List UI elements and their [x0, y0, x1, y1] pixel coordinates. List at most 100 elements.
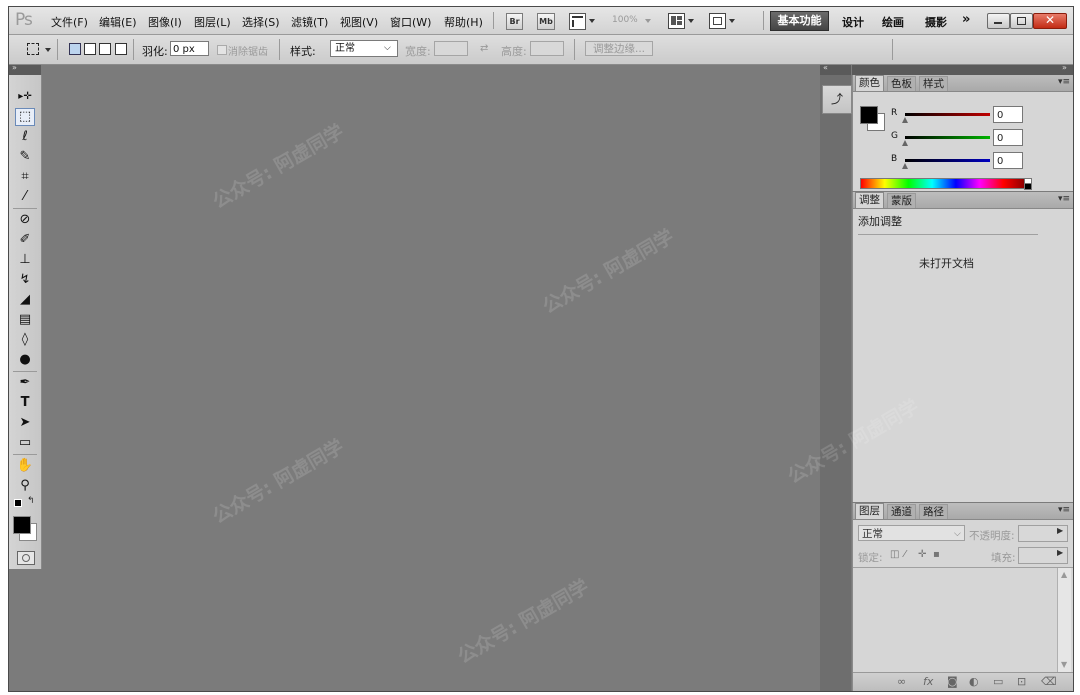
b-slider[interactable]: [905, 159, 990, 162]
default-colors-icon[interactable]: [14, 499, 22, 507]
r-slider-thumb[interactable]: [902, 117, 908, 123]
workspace-more-button[interactable]: »: [962, 12, 970, 27]
chevron-down-icon[interactable]: [45, 48, 51, 52]
subtract-selection-icon[interactable]: [99, 43, 111, 55]
opacity-input[interactable]: ▶: [1018, 525, 1068, 542]
g-slider-thumb[interactable]: [902, 140, 908, 146]
chevron-down-icon[interactable]: [729, 19, 735, 23]
folder-icon[interactable]: ▭: [993, 675, 1003, 688]
tab-adjustments[interactable]: 调整: [855, 192, 884, 208]
tab-styles[interactable]: 样式: [919, 76, 948, 91]
panel-menu-icon[interactable]: ▾≡: [1058, 505, 1070, 515]
bridge-button[interactable]: Br: [506, 13, 523, 30]
r-slider[interactable]: [905, 113, 990, 116]
g-slider[interactable]: [905, 136, 990, 139]
workspace-design[interactable]: 设计: [842, 14, 864, 30]
crop-tool-icon[interactable]: ⌗: [15, 168, 35, 186]
feather-input[interactable]: 0 px: [170, 41, 209, 56]
layers-list[interactable]: [853, 568, 1057, 672]
menu-select[interactable]: 选择(S): [242, 14, 280, 30]
marquee-preset-icon[interactable]: [27, 43, 39, 55]
lock-position-icon[interactable]: ✛: [918, 549, 926, 560]
tab-color[interactable]: 颜色: [855, 75, 884, 91]
hand-tool-icon[interactable]: ✋: [15, 457, 35, 475]
quick-select-tool-icon[interactable]: ✎: [15, 148, 35, 166]
fill-input[interactable]: ▶: [1018, 547, 1068, 564]
path-select-tool-icon[interactable]: ➤: [15, 414, 35, 432]
b-slider-thumb[interactable]: [902, 163, 908, 169]
chevron-down-icon[interactable]: [645, 19, 651, 23]
trash-icon[interactable]: ⌫: [1041, 675, 1057, 688]
tools-panel-header[interactable]: »: [9, 63, 41, 75]
eraser-tool-icon[interactable]: ◢: [15, 291, 35, 309]
panel-menu-icon[interactable]: ▾≡: [1058, 194, 1070, 204]
brush-tool-icon[interactable]: ✐: [15, 231, 35, 249]
tab-layers[interactable]: 图层: [855, 503, 884, 519]
style-select[interactable]: 正常 ⌵: [330, 40, 398, 57]
healing-brush-tool-icon[interactable]: ⊘: [15, 211, 35, 229]
maximize-button[interactable]: [1010, 13, 1033, 29]
rectangle-tool-icon[interactable]: ▭: [15, 434, 35, 452]
swap-icon[interactable]: ⇄: [480, 43, 488, 54]
lock-all-icon[interactable]: ▪: [933, 549, 940, 560]
lasso-tool-icon[interactable]: ℓ: [15, 128, 35, 146]
fx-icon[interactable]: fx: [923, 675, 933, 688]
extras-icon[interactable]: [569, 13, 586, 30]
tab-channels[interactable]: 通道: [887, 504, 916, 519]
minimize-button[interactable]: [987, 13, 1010, 29]
g-value-input[interactable]: 0: [993, 129, 1023, 146]
blend-mode-select[interactable]: 正常 ⌵: [858, 525, 965, 541]
canvas-area[interactable]: [42, 65, 819, 691]
gradient-tool-icon[interactable]: ▤: [15, 311, 35, 329]
chevron-down-icon[interactable]: [688, 19, 694, 23]
panel-menu-icon[interactable]: ▾≡: [1058, 77, 1070, 87]
lock-pixels-icon[interactable]: ⁄: [904, 549, 906, 560]
b-value-input[interactable]: 0: [993, 152, 1023, 169]
workspace-photography[interactable]: 摄影: [925, 14, 947, 30]
new-selection-icon[interactable]: [69, 43, 81, 55]
right-panels-header[interactable]: »: [852, 63, 1073, 75]
menu-window[interactable]: 窗口(W): [390, 14, 431, 30]
menu-filter[interactable]: 滤镜(T): [291, 14, 328, 30]
clone-stamp-tool-icon[interactable]: ⊥: [15, 251, 35, 269]
workspace-painting[interactable]: 绘画: [882, 14, 904, 30]
refine-edge-button[interactable]: 调整边缘...: [585, 41, 653, 56]
zoom-tool-icon[interactable]: ⚲: [15, 477, 35, 495]
mask-icon[interactable]: ◙: [947, 675, 958, 688]
link-icon[interactable]: ∞: [897, 675, 906, 688]
move-tool-icon[interactable]: ▸✛: [15, 88, 35, 106]
pen-tool-icon[interactable]: ✒: [15, 374, 35, 392]
foreground-color-swatch[interactable]: [13, 516, 31, 534]
workspace-essentials[interactable]: 基本功能: [770, 11, 829, 31]
history-brush-tool-icon[interactable]: ↯: [15, 271, 35, 289]
intersect-selection-icon[interactable]: [115, 43, 127, 55]
type-tool-icon[interactable]: T: [15, 394, 35, 412]
adjustment-icon[interactable]: ◐: [969, 675, 979, 688]
menu-view[interactable]: 视图(V): [340, 14, 378, 30]
menu-layer[interactable]: 图层(L): [194, 14, 231, 30]
menu-file[interactable]: 文件(F): [51, 14, 88, 30]
eyedropper-tool-icon[interactable]: ⁄: [15, 188, 35, 206]
new-layer-icon[interactable]: ⊡: [1017, 675, 1026, 688]
color-spectrum-ramp[interactable]: [860, 178, 1028, 189]
fg-color-swatch[interactable]: [860, 106, 878, 124]
swap-colors-icon[interactable]: ↰: [27, 496, 35, 506]
lock-transparent-icon[interactable]: ◫: [890, 549, 899, 560]
black-swatch[interactable]: [1024, 183, 1032, 190]
screen-mode-icon[interactable]: [709, 13, 726, 29]
layers-scrollbar[interactable]: ▲ ▼: [1057, 568, 1071, 672]
antialias-checkbox[interactable]: [217, 45, 227, 55]
scroll-up-icon[interactable]: ▲: [1061, 570, 1067, 579]
tab-masks[interactable]: 蒙版: [887, 193, 916, 208]
tab-swatches[interactable]: 色板: [887, 76, 916, 91]
quick-mask-icon[interactable]: [17, 551, 35, 565]
menu-help[interactable]: 帮助(H): [444, 14, 483, 30]
height-input[interactable]: [530, 41, 564, 56]
history-panel-icon[interactable]: ⤴: [822, 85, 852, 114]
chevron-down-icon[interactable]: [589, 19, 595, 23]
dodge-tool-icon[interactable]: ●: [15, 351, 35, 369]
dock-header[interactable]: «: [820, 63, 851, 75]
close-button[interactable]: ✕: [1033, 13, 1067, 29]
blur-tool-icon[interactable]: ◊: [15, 331, 35, 349]
scroll-down-icon[interactable]: ▼: [1061, 660, 1067, 669]
